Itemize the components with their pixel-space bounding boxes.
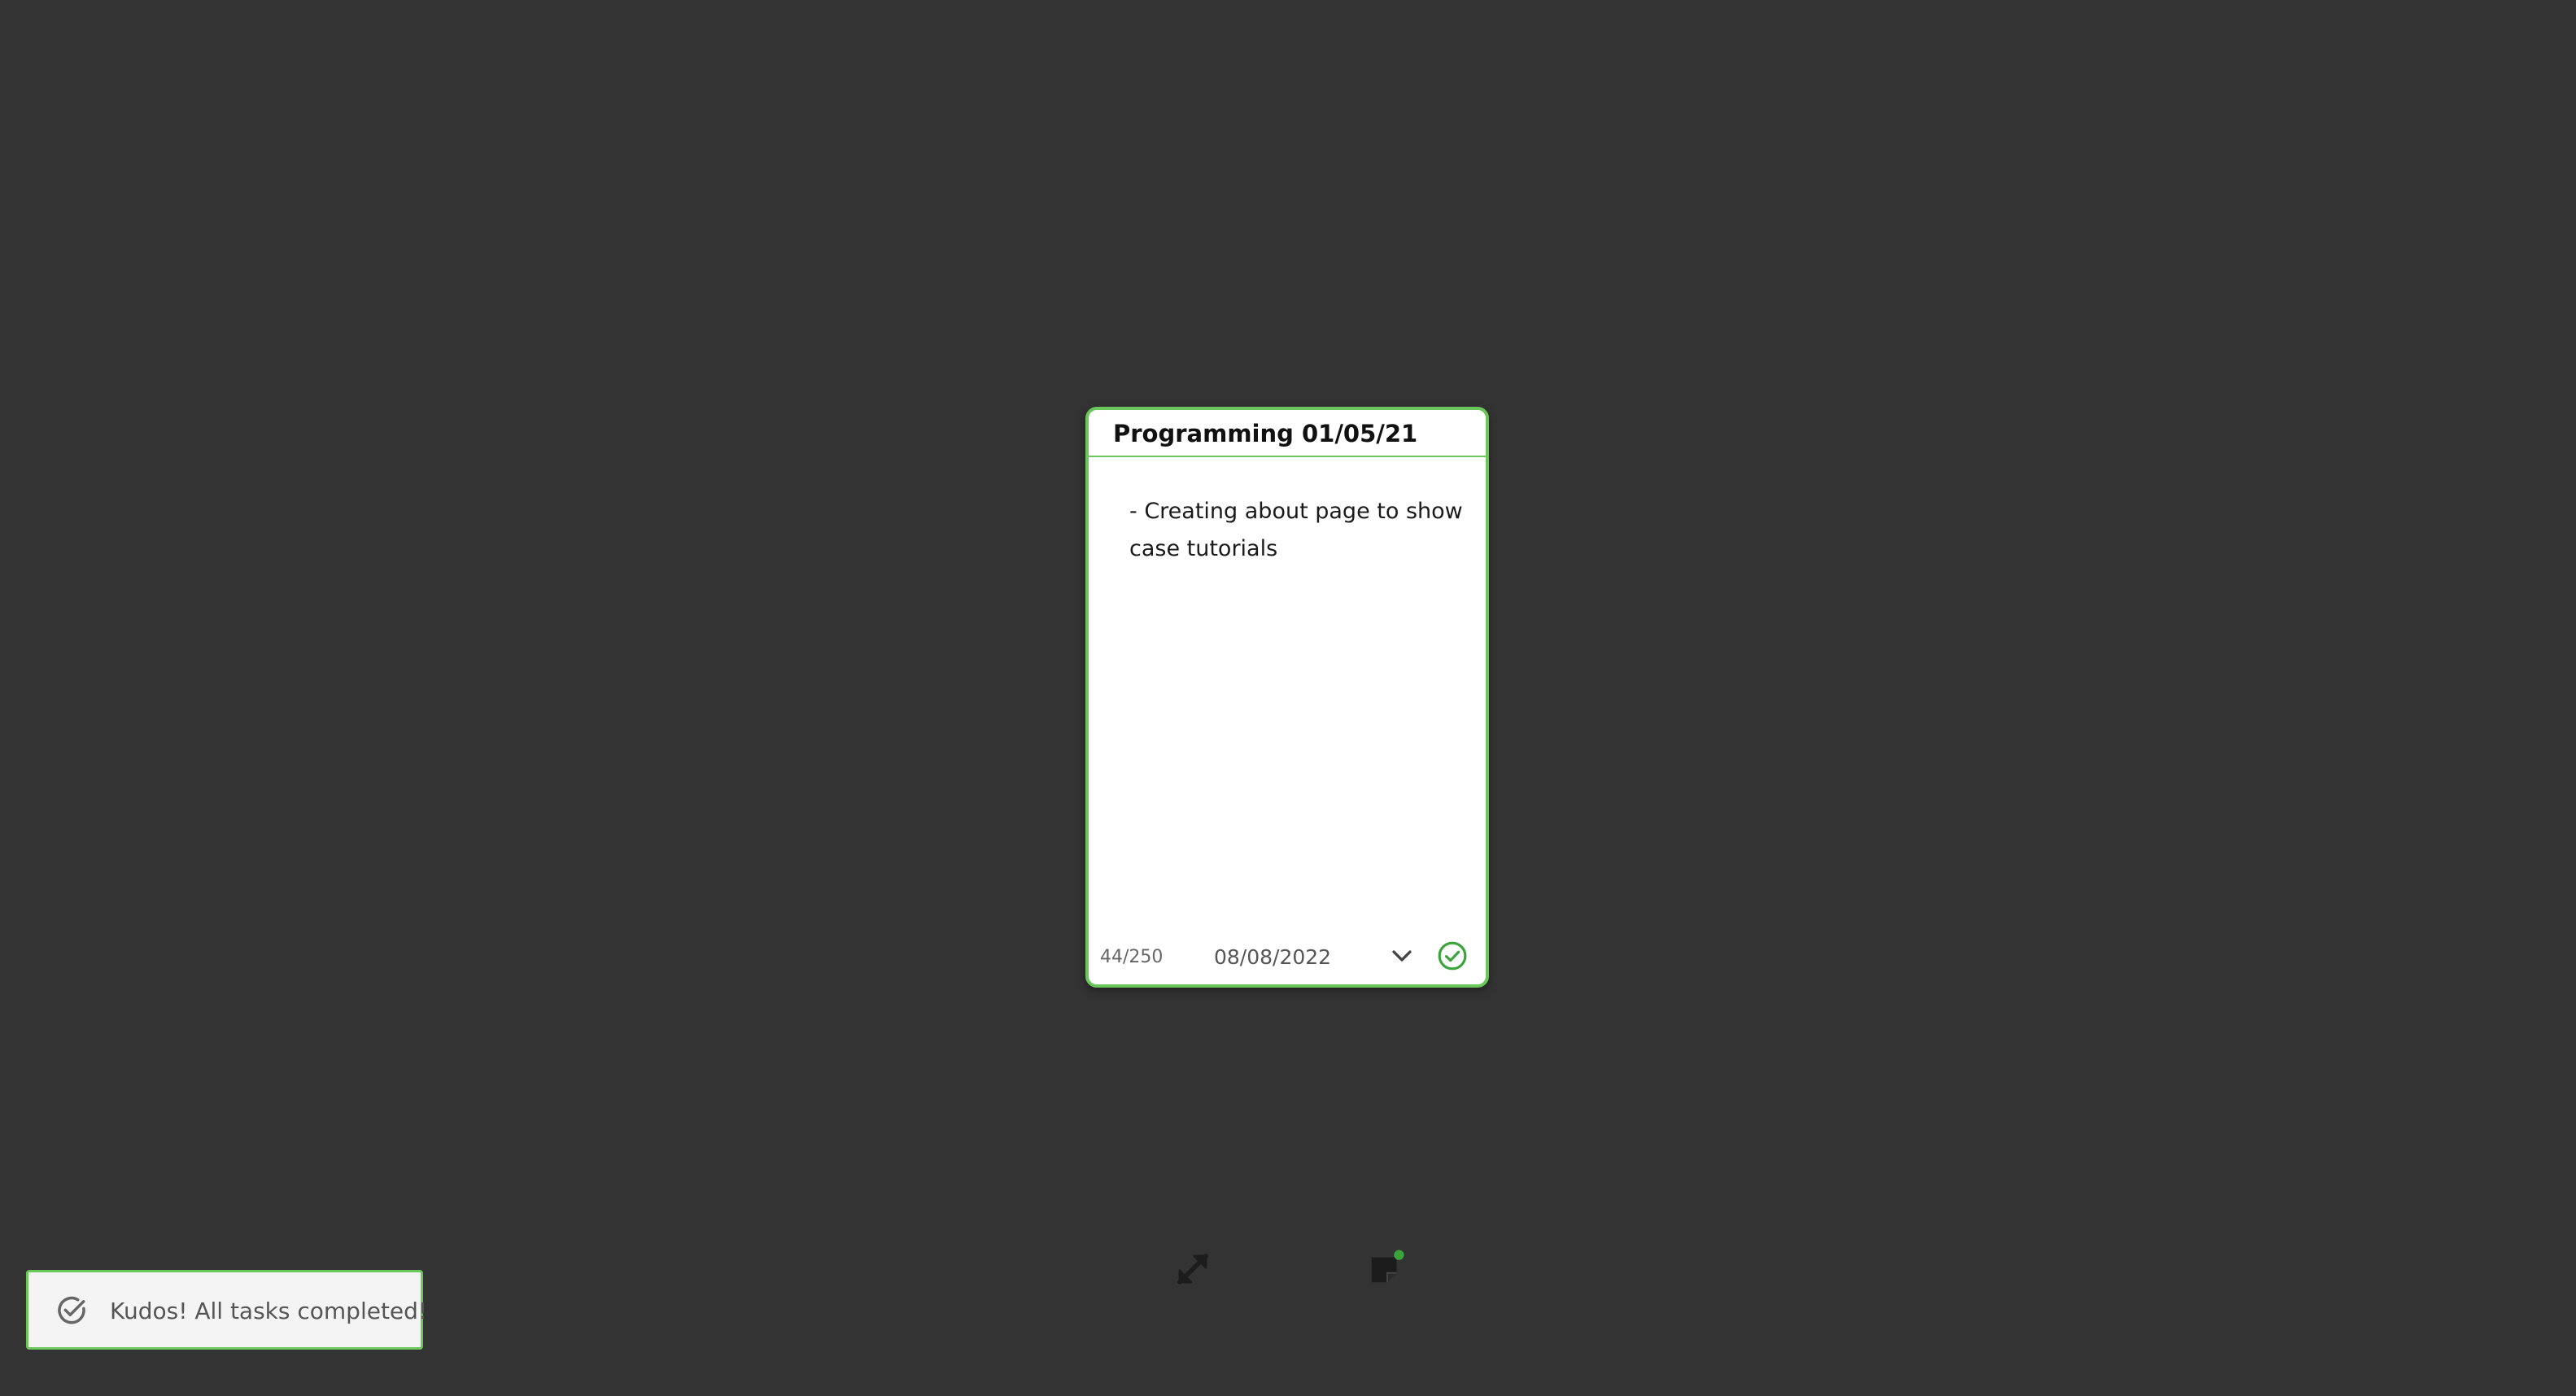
note-title[interactable]: Programming 01/05/21 <box>1113 420 1417 447</box>
complete-check-icon[interactable] <box>1437 940 1468 971</box>
char-counter: 44/250 <box>1100 947 1164 967</box>
note-card[interactable]: Programming 01/05/21 - Creating about pa… <box>1085 407 1489 988</box>
note-body[interactable]: - Creating about page to show case tutor… <box>1129 493 1463 568</box>
check-circle-icon <box>58 1296 85 1324</box>
note-header: Programming 01/05/21 <box>1089 410 1486 457</box>
note-footer: 44/250 08/08/2022 <box>1089 927 1486 984</box>
expand-icon[interactable] <box>1173 1250 1212 1289</box>
toast-message: Kudos! All tasks completed! <box>110 1298 428 1324</box>
notification-badge <box>1394 1250 1404 1260</box>
chevron-down-icon[interactable] <box>1388 942 1416 970</box>
due-date[interactable]: 08/08/2022 <box>1214 945 1331 969</box>
toast-notification: Kudos! All tasks completed! <box>26 1270 427 1350</box>
sticky-note-icon[interactable] <box>1367 1248 1408 1289</box>
